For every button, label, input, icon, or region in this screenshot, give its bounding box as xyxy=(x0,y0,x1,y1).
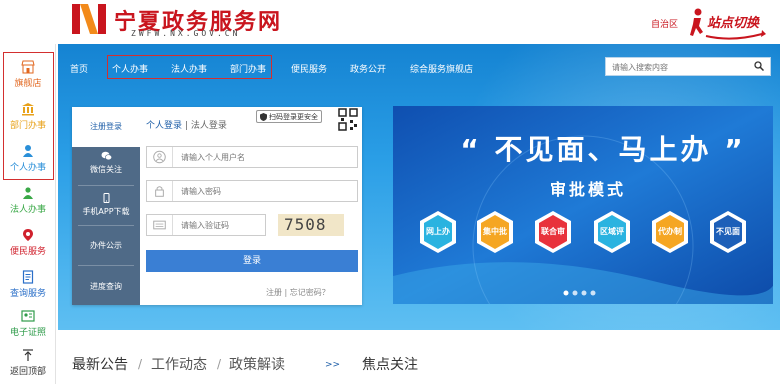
hex-label: 区域评 xyxy=(600,227,624,236)
document-icon xyxy=(22,270,34,284)
nav-highlight-box xyxy=(107,55,272,79)
tab-label: 手机APP下载 xyxy=(82,207,130,216)
hex-label: 代办制 xyxy=(658,227,682,236)
sidebar-label: 返回顶部 xyxy=(9,367,46,377)
tab-register-login[interactable]: 注册登录 xyxy=(72,107,140,147)
captcha-input[interactable] xyxy=(181,219,263,232)
login-button[interactable]: 登录 xyxy=(146,250,358,272)
sidebar-label: 法人办事 xyxy=(9,205,46,215)
login-tab-divider: | xyxy=(184,121,188,131)
slider-pagination[interactable] xyxy=(562,289,598,297)
up-arrow-icon xyxy=(23,349,33,361)
username-field[interactable] xyxy=(146,146,358,168)
keyboard-icon xyxy=(153,215,173,235)
tab-label: 微信关注 xyxy=(90,165,122,174)
nav-flagship[interactable]: 综合服务旗舰店 xyxy=(410,62,473,75)
tab-policy-interpretation[interactable]: 政策解读 xyxy=(229,354,285,374)
slide-title: “ 不见面、马上办 ” xyxy=(460,133,746,166)
more-arrow[interactable]: >> xyxy=(325,360,340,370)
tab-focus[interactable]: 焦点关注 xyxy=(362,354,418,374)
qr-login-tip[interactable]: 扫码登录更安全 xyxy=(256,110,322,123)
login-panel: 注册登录 微信关注 手机APP下载 办件公示 进度查询 个人登录 | 法人登录 … xyxy=(72,107,362,305)
lock-icon xyxy=(155,181,173,201)
shield-icon xyxy=(260,113,267,121)
nav-convenience[interactable]: 便民服务 xyxy=(291,62,327,75)
tab-divider xyxy=(78,265,134,266)
slide-subtitle: 审批模式 xyxy=(549,180,626,199)
login-side-tabs: 注册登录 微信关注 手机APP下载 办件公示 进度查询 xyxy=(72,107,140,305)
tab-label: 办件公示 xyxy=(90,241,122,250)
tab-wechat[interactable]: 微信关注 xyxy=(72,151,140,175)
nav-public-affairs[interactable]: 政务公开 xyxy=(350,62,386,75)
tab-personal-login[interactable]: 个人登录 xyxy=(146,121,182,131)
password-field[interactable] xyxy=(146,180,358,202)
tab-label: 进度查询 xyxy=(90,282,122,291)
hero-slider[interactable]: “ 不见面、马上办 ” 审批模式 网上办 集中批 联合审 区域评 代办制 不见面 xyxy=(393,106,773,304)
certificate-icon xyxy=(21,310,35,322)
tab-latest-notice[interactable]: 最新公告 xyxy=(72,354,128,374)
qr-code-icon[interactable] xyxy=(338,108,358,132)
tab-app-download[interactable]: 手机APP下载 xyxy=(72,193,140,217)
location-icon xyxy=(23,229,33,241)
username-input[interactable] xyxy=(181,151,351,164)
tab-separator: / xyxy=(217,357,222,371)
tab-case-publicity[interactable]: 办件公示 xyxy=(72,240,140,251)
region-label[interactable]: 自治区 xyxy=(651,17,678,30)
register-forgot-links[interactable]: 注册 | 忘记密码？ xyxy=(266,287,330,298)
password-input[interactable] xyxy=(181,185,351,198)
sidebar-label: 查询服务 xyxy=(9,289,46,299)
nav-home[interactable]: 首页 xyxy=(70,62,88,75)
sidebar-label: 电子证照 xyxy=(9,328,46,338)
sidebar-item-certificate[interactable]: 电子证照 xyxy=(0,303,56,345)
tab-label: 注册登录 xyxy=(90,122,122,131)
hex-label: 联合审 xyxy=(541,227,565,236)
wechat-icon xyxy=(101,151,112,161)
tab-corporate-login[interactable]: 法人登录 xyxy=(191,121,227,131)
login-type-switch: 个人登录 | 法人登录 xyxy=(146,118,227,131)
approval-badges: 网上办 集中批 联合审 区域评 代办制 不见面 xyxy=(393,202,773,262)
tab-progress-query[interactable]: 进度查询 xyxy=(72,281,140,292)
tab-separator: / xyxy=(138,357,143,371)
user-icon xyxy=(153,147,173,167)
news-tabs-bar: 最新公告 / 工作动态 / 政策解读 >> 焦点关注 xyxy=(58,330,780,384)
tab-work-news[interactable]: 工作动态 xyxy=(151,354,207,374)
logo-icon[interactable] xyxy=(72,4,106,34)
site-header: 宁夏政务服务网 ZWFW.NX.GOV.CN 自治区 站点切换 xyxy=(0,0,780,44)
search-box[interactable] xyxy=(605,57,771,76)
hex-label: 集中批 xyxy=(483,227,507,236)
search-icon[interactable] xyxy=(754,61,764,71)
people-icon xyxy=(23,187,33,199)
captcha-image[interactable]: 7508 xyxy=(278,214,344,236)
captcha-field[interactable] xyxy=(146,214,266,236)
qr-tip-label: 扫码登录更安全 xyxy=(269,113,318,121)
search-input[interactable] xyxy=(612,60,752,74)
hex-label: 网上办 xyxy=(426,227,450,236)
hex-label: 不见面 xyxy=(716,227,740,236)
sidebar-item-back-to-top[interactable]: 返回顶部 xyxy=(0,342,56,384)
sidebar-highlight-box xyxy=(3,52,54,180)
site-switch-label[interactable]: 站点切换 xyxy=(707,12,759,31)
sidebar-item-corporate[interactable]: 法人办事 xyxy=(0,180,56,222)
tab-divider xyxy=(78,185,134,186)
sidebar-item-convenience[interactable]: 便民服务 xyxy=(0,222,56,264)
site-subtitle: ZWFW.NX.GOV.CN xyxy=(131,29,241,38)
sidebar-item-query[interactable]: 查询服务 xyxy=(0,264,56,306)
tab-divider xyxy=(78,225,134,226)
phone-icon xyxy=(103,193,109,203)
sidebar-label: 便民服务 xyxy=(9,247,46,257)
